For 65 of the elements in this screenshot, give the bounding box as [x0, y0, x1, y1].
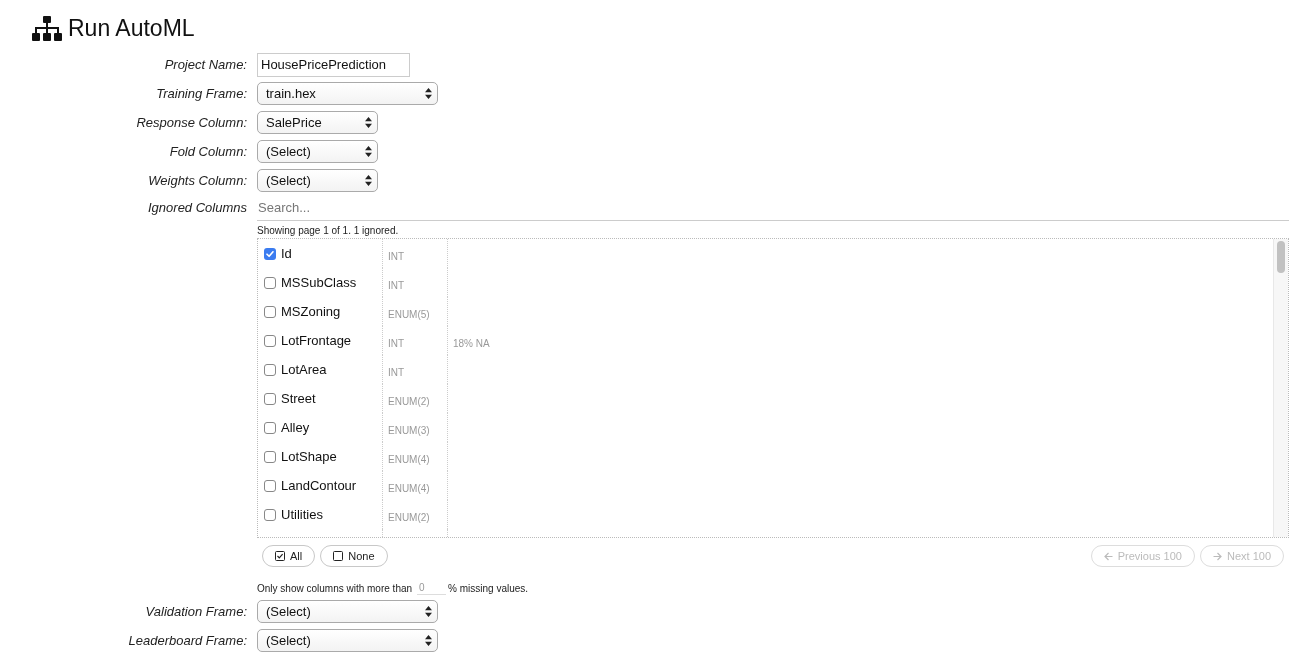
- status-text: Showing page 1 of 1. 1 ignored.: [257, 225, 400, 237]
- column-type: INT: [388, 338, 405, 349]
- column-name: Alley: [281, 418, 310, 437]
- field-label: Ignored Columns: [147, 199, 247, 218]
- dropdown-select[interactable]: SalePrice: [257, 111, 378, 134]
- text-field[interactable]: HousePricePrediction: [257, 52, 410, 77]
- column-name: MSZoning: [281, 302, 341, 321]
- select-all-button[interactable]: All: [262, 545, 316, 567]
- field-label: Response Column:: [135, 113, 247, 132]
- checkbox[interactable]: [264, 247, 276, 260]
- page-title: Run AutoML: [68, 16, 195, 40]
- field-label: Training Frame:: [155, 84, 247, 103]
- column-name: MSSubClass: [281, 273, 357, 292]
- checkbox[interactable]: [264, 334, 276, 347]
- empty-square-icon: [333, 551, 344, 561]
- column-name: LotShape: [281, 447, 337, 466]
- dropdown-select[interactable]: (Select): [257, 600, 438, 623]
- field-label: Fold Column:: [168, 142, 247, 161]
- dropdown-select[interactable]: (Select): [257, 169, 378, 192]
- field-label: Project Name:: [163, 55, 247, 74]
- filter-label: Only show columns with more than: [257, 583, 413, 595]
- dropdown-select[interactable]: (Select): [257, 140, 378, 163]
- column-name: LotArea: [281, 360, 327, 379]
- up-down-caret-icon: [425, 88, 432, 99]
- dropdown-select[interactable]: train.hex: [257, 82, 438, 105]
- checkbox[interactable]: [264, 392, 276, 405]
- column-name: Utilities: [281, 505, 323, 524]
- column-type: ENUM(4): [388, 483, 430, 494]
- field-label: Validation Frame:: [144, 602, 247, 621]
- column-type: INT: [388, 280, 405, 291]
- column-name: LandContour: [281, 476, 357, 495]
- column-name: Street: [281, 389, 316, 408]
- arrow-left-icon: [1103, 551, 1113, 561]
- column-type: ENUM(3): [388, 425, 430, 436]
- scrollbar-thumb[interactable]: [1277, 241, 1285, 273]
- checked-square-icon: [275, 551, 285, 561]
- field-label: Weights Column:: [147, 171, 247, 190]
- missing-share: 18% NA: [453, 338, 490, 349]
- select-none-button[interactable]: None: [320, 545, 388, 567]
- up-down-caret-icon: [425, 606, 432, 617]
- column-type: ENUM(5): [388, 309, 430, 320]
- column-type: ENUM(4): [388, 454, 430, 465]
- dropdown-select[interactable]: (Select): [257, 629, 438, 652]
- checkbox[interactable]: [264, 421, 276, 434]
- checkbox[interactable]: [264, 305, 276, 318]
- column-type: INT: [388, 251, 405, 262]
- checkbox[interactable]: [264, 479, 276, 492]
- column-type: ENUM(2): [388, 512, 430, 523]
- up-down-caret-icon: [425, 635, 432, 646]
- column-type: ENUM(2): [388, 396, 430, 407]
- checkbox[interactable]: [264, 276, 276, 289]
- column-name: Id: [281, 244, 292, 263]
- checkbox[interactable]: [264, 450, 276, 463]
- filter-suffix: % missing values.: [448, 583, 529, 595]
- up-down-caret-icon: [365, 146, 372, 157]
- column-name: LotFrontage: [281, 331, 352, 350]
- arrow-right-icon: [1212, 551, 1222, 561]
- checkbox[interactable]: [264, 508, 276, 521]
- scrollbar[interactable]: [1273, 239, 1288, 537]
- up-down-caret-icon: [365, 117, 372, 128]
- sitemap-icon: [32, 15, 62, 41]
- up-down-caret-icon: [365, 175, 372, 186]
- column-type: INT: [388, 367, 405, 378]
- checkbox[interactable]: [264, 363, 276, 376]
- field-label: Leaderboard Frame:: [127, 631, 247, 650]
